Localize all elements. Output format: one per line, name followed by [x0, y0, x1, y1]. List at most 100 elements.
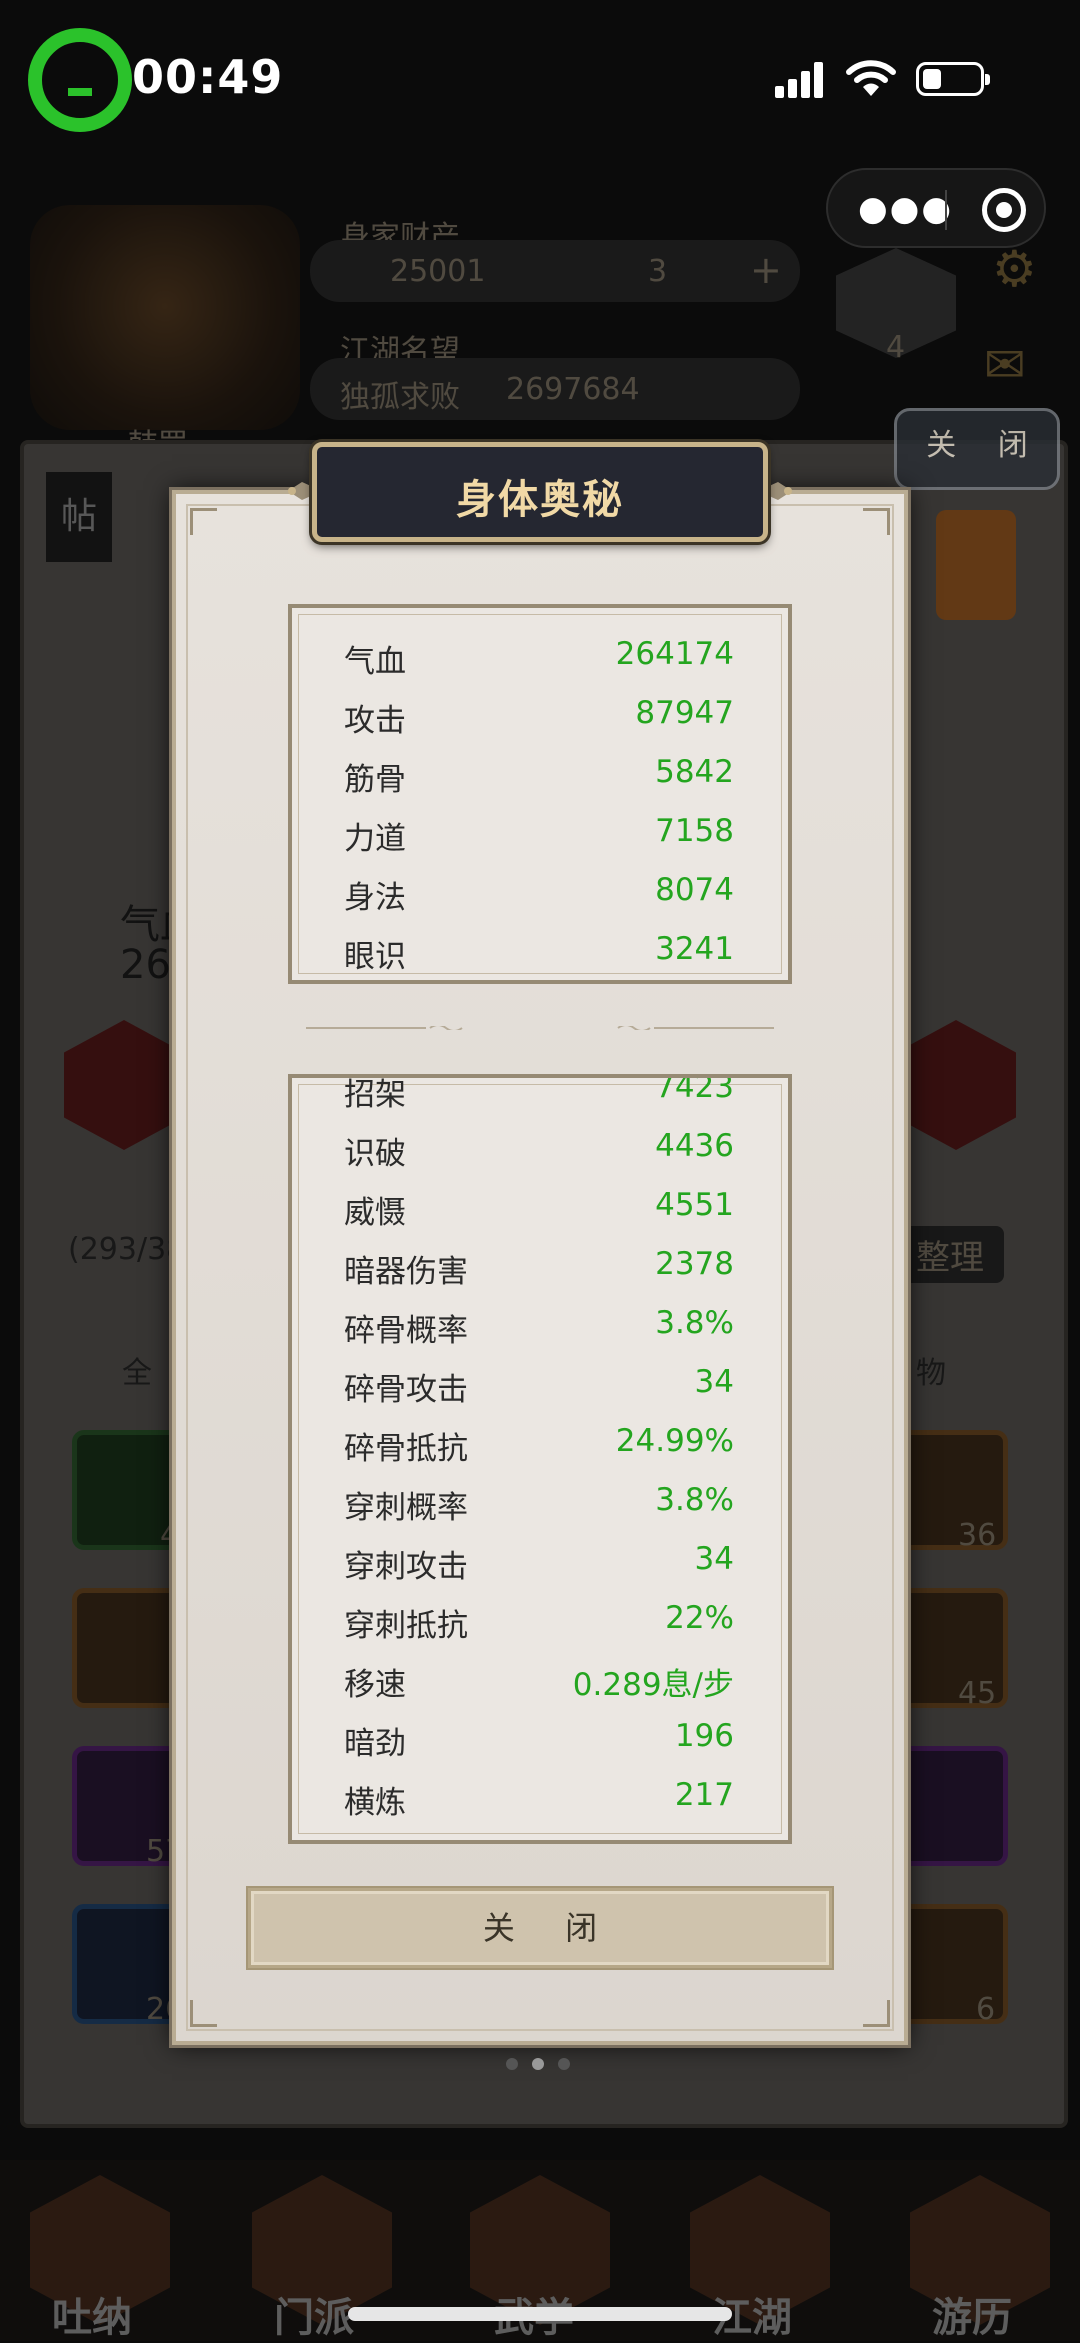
stat-value: 4436 — [655, 1128, 734, 1164]
stat-row: 攻击 87947 — [292, 685, 788, 743]
floating-chat-icon[interactable] — [28, 28, 132, 132]
battery-icon — [916, 62, 990, 96]
slot-count: 6 — [976, 1992, 996, 2027]
stat-value: 2378 — [655, 1246, 734, 1282]
stat-row: 移速 0.289息/步 — [292, 1649, 788, 1707]
stat-row: 暗器伤害 2378 — [292, 1236, 788, 1294]
tab-label: 吐纳 — [52, 2295, 132, 2341]
page-dot-active — [532, 2058, 544, 2070]
stat-row: 筋骨 5842 — [292, 744, 788, 802]
add-resource-icon[interactable]: + — [750, 248, 782, 292]
resource-bar: 25001 3 + — [310, 240, 800, 302]
stat-row: 碎骨攻击 34 — [292, 1354, 788, 1412]
page-dot — [558, 2058, 570, 2070]
stat-name: 眼识 — [344, 939, 406, 975]
stat-row: 穿刺攻击 34 — [292, 1531, 788, 1589]
slot-count: 45 — [958, 1676, 997, 1711]
corner-ornament — [190, 2000, 217, 2027]
miniprogram-capsule: ●●● — [826, 168, 1046, 248]
coin-amount: 25001 — [390, 254, 486, 289]
advanced-stats-scroll-box[interactable]: 招架 7423 识破 4436 威慑 4551 暗器伤害 2378 碎骨概率 3… — [288, 1074, 792, 1844]
stat-row: 碎骨概率 3.8% — [292, 1295, 788, 1353]
modal-title: 身体奥秘 — [456, 477, 624, 523]
capsule-divider — [945, 190, 947, 230]
tab-label: 游历 — [932, 2295, 1012, 2341]
stat-value: 87947 — [635, 695, 734, 731]
slot-count: 36 — [958, 1518, 997, 1553]
stat-name: 气血 — [344, 644, 406, 680]
close-miniprogram-icon[interactable] — [982, 188, 1026, 232]
stat-row: 气血 264174 — [292, 626, 788, 684]
stat-value: 7158 — [655, 813, 734, 849]
page-dot — [506, 2058, 518, 2070]
stat-name: 穿刺抵抗 — [344, 1608, 468, 1644]
filter-item-tab[interactable]: 物 — [916, 1348, 946, 1392]
stat-name: 暗劲 — [344, 1726, 406, 1762]
stat-row: 暗劲 196 — [292, 1708, 788, 1766]
stat-value: 5842 — [655, 754, 734, 790]
stat-value: 4551 — [655, 1187, 734, 1223]
stat-name: 碎骨攻击 — [344, 1372, 468, 1408]
stat-value: 24.99% — [615, 1423, 734, 1459]
corner-ornament — [190, 508, 217, 535]
player-portrait — [30, 205, 300, 430]
stat-name: 碎骨概率 — [344, 1313, 468, 1349]
stat-value: 34 — [694, 1364, 734, 1400]
fame-value: 2697684 — [506, 372, 640, 407]
stat-name: 识破 — [344, 1136, 406, 1172]
filter-all-tab[interactable]: 全 — [122, 1348, 152, 1392]
side-tag-button[interactable]: 帖 — [46, 472, 112, 562]
stat-value: 3241 — [655, 931, 734, 967]
stat-row: 穿刺概率 3.8% — [292, 1472, 788, 1530]
fame-title: 独孤求败 — [340, 380, 460, 415]
stat-value: 7423 — [655, 1074, 734, 1105]
stat-name: 筋骨 — [344, 762, 406, 798]
stat-row: 眼识 3241 — [292, 921, 788, 979]
sort-button[interactable]: 整理 — [896, 1226, 1004, 1283]
inventory-count: (293/38 — [68, 1232, 186, 1267]
page-indicator — [506, 2058, 576, 2072]
separator-right — [617, 1026, 774, 1030]
stat-value: 3.8% — [655, 1482, 734, 1518]
stat-value: 22% — [665, 1600, 734, 1636]
stat-name: 暗器伤害 — [344, 1254, 468, 1290]
stat-row: 横炼 217 — [292, 1767, 788, 1825]
stat-row: 识破 4436 — [292, 1118, 788, 1176]
status-time: 00:49 — [132, 50, 284, 104]
stat-value: 34 — [694, 1541, 734, 1577]
stat-name: 身法 — [344, 880, 406, 916]
stat-name: 穿刺概率 — [344, 1490, 468, 1526]
settings-gear-icon[interactable]: ⚙ — [992, 240, 1037, 298]
pendant-icon[interactable] — [936, 510, 1016, 620]
stat-row: 碎骨抵抗 24.99% — [292, 1413, 788, 1471]
yin-yang-count: 4 — [886, 330, 906, 365]
basic-stats-box: 气血 264174 攻击 87947 筋骨 5842 力道 7158 身法 80… — [288, 604, 792, 984]
cellular-signal-icon — [775, 62, 825, 98]
hp-value-partial: 26 — [120, 942, 171, 988]
stat-row: 招架 7423 — [292, 1074, 788, 1117]
stat-row: 威慑 4551 — [292, 1177, 788, 1235]
stat-value: 264174 — [615, 636, 734, 672]
tab-label: 门派 — [274, 2295, 354, 2341]
fame-bar: 独孤求败 2697684 — [310, 358, 800, 420]
background-close-button[interactable]: 关 闭 — [894, 408, 1060, 490]
mail-icon[interactable]: ✉ — [984, 336, 1026, 394]
stat-name: 力道 — [344, 821, 406, 857]
stat-value: 8074 — [655, 872, 734, 908]
home-indicator[interactable] — [348, 2307, 732, 2321]
more-options-icon[interactable]: ●●● — [858, 192, 953, 226]
stat-value: 217 — [674, 1777, 734, 1813]
ticket-amount: 3 — [648, 254, 668, 289]
close-button[interactable]: 关 闭 — [248, 1888, 832, 1968]
stat-name: 移速 — [344, 1667, 406, 1703]
stat-value: 196 — [674, 1718, 734, 1754]
stat-row: 身法 8074 — [292, 862, 788, 920]
corner-ornament — [863, 508, 890, 535]
stat-name: 威慑 — [344, 1195, 406, 1231]
separator-left — [306, 1026, 463, 1030]
stat-name: 碎骨抵抗 — [344, 1431, 468, 1467]
stat-row: 穿刺抵抗 22% — [292, 1590, 788, 1648]
stat-name: 招架 — [344, 1077, 406, 1113]
corner-ornament — [863, 2000, 890, 2027]
stat-value: 0.289息/步 — [572, 1667, 734, 1703]
